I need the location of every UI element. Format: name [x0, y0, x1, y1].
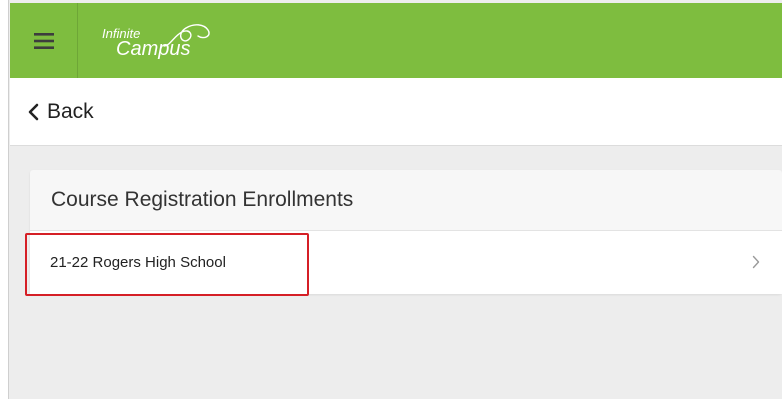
chevron-left-icon [28, 103, 39, 120]
window-edge [0, 0, 9, 399]
app-window: Infinite Campus Back Course Registration… [10, 0, 782, 399]
top-app-bar: Infinite Campus [10, 3, 782, 78]
back-button-label: Back [47, 99, 94, 123]
card-title: Course Registration Enrollments [51, 188, 354, 211]
back-button[interactable]: Back [28, 100, 94, 124]
logo-swirl-icon [163, 24, 210, 47]
hamburger-menu-icon [33, 32, 54, 49]
back-navigation-bar: Back [10, 78, 782, 146]
infinite-campus-logo[interactable]: Infinite Campus [102, 3, 232, 78]
enrollment-list-item[interactable]: 21-22 Rogers High School [30, 231, 782, 294]
chevron-right-icon [752, 255, 760, 269]
card-header: Course Registration Enrollments [30, 170, 782, 231]
hamburger-menu-button[interactable] [10, 3, 78, 78]
enrollment-item-label: 21-22 Rogers High School [50, 254, 226, 271]
enrollments-card: Course Registration Enrollments 21-22 Ro… [30, 170, 782, 294]
